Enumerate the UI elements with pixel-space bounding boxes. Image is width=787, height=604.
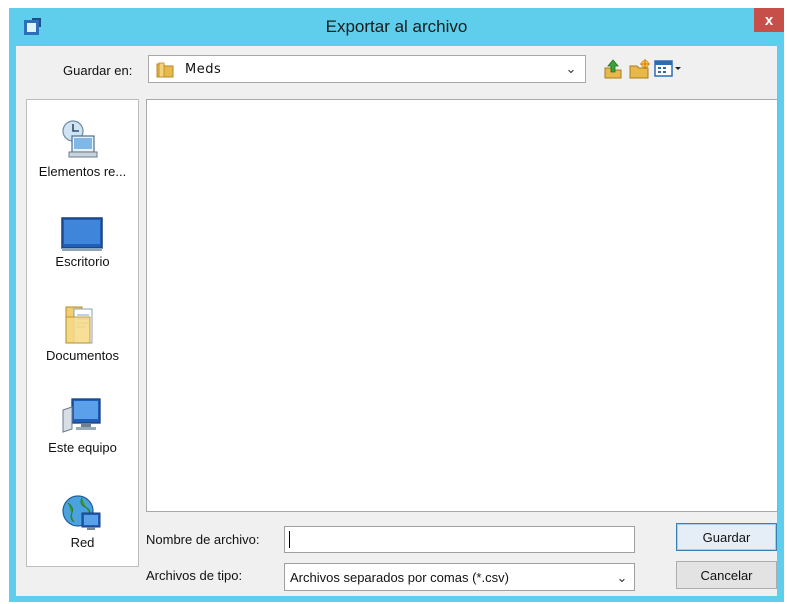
up-one-level-icon[interactable] <box>602 58 624 85</box>
filetype-value: Archivos separados por comas (*.csv) <box>290 570 509 585</box>
filetype-label: Archivos de tipo: <box>146 568 243 583</box>
view-menu-icon[interactable] <box>654 59 684 84</box>
chevron-down-icon[interactable]: ⌄ <box>614 570 630 586</box>
place-documents[interactable]: Documentos <box>27 303 138 371</box>
close-icon: x <box>764 11 774 29</box>
place-network[interactable]: Red <box>27 493 138 559</box>
save-in-label: Guardar en: <box>63 63 133 78</box>
this-pc-icon <box>60 396 104 443</box>
places-bar: Elementos re... Escritorio Documentos Es… <box>26 99 139 567</box>
place-label: Este equipo <box>48 440 117 455</box>
dialog-window: Exportar al archivo x Guardar en: Meds ⌄ <box>9 8 784 602</box>
filename-label: Nombre de archivo: <box>146 532 260 547</box>
place-label: Elementos re... <box>38 164 127 179</box>
place-recent-items[interactable]: Elementos re... <box>27 112 138 182</box>
place-this-pc[interactable]: Este equipo <box>27 396 138 466</box>
save-button[interactable]: Guardar <box>676 523 777 551</box>
file-list-view[interactable] <box>146 99 778 512</box>
folder-icon <box>155 61 175 84</box>
save-in-dropdown[interactable]: Meds ⌄ <box>148 55 586 83</box>
filetype-dropdown[interactable]: Archivos separados por comas (*.csv) ⌄ <box>284 563 635 591</box>
save-in-value: Meds <box>185 62 222 77</box>
window-title: Exportar al archivo <box>325 17 468 36</box>
place-label: Red <box>70 535 95 550</box>
desktop-icon <box>60 215 104 258</box>
place-desktop[interactable]: Escritorio <box>27 215 138 277</box>
documents-icon <box>60 303 104 352</box>
text-caret <box>289 531 290 548</box>
place-label: Documentos <box>46 348 119 363</box>
close-button[interactable]: x <box>754 8 784 32</box>
cancel-button[interactable]: Cancelar <box>676 561 777 589</box>
create-new-folder-icon[interactable] <box>628 58 650 85</box>
filename-input[interactable] <box>284 526 635 553</box>
recent-items-icon <box>60 118 104 167</box>
title-bar[interactable]: Exportar al archivo x <box>9 8 784 46</box>
dialog-body: Guardar en: Meds ⌄ Elementos re... Escri… <box>16 46 778 596</box>
chevron-down-icon[interactable]: ⌄ <box>563 61 579 77</box>
place-label: Escritorio <box>55 254 110 269</box>
network-icon <box>60 493 104 540</box>
